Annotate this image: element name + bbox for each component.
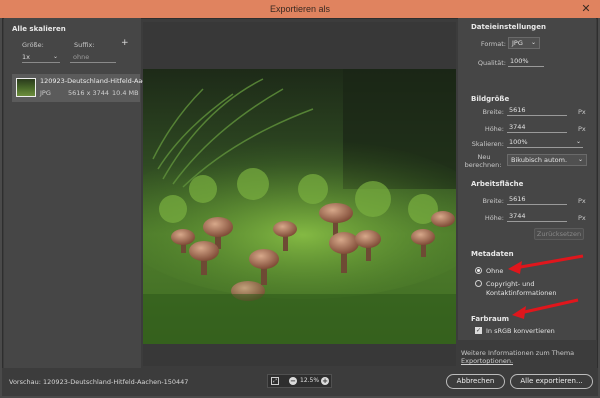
image-thumbnail: [16, 78, 36, 97]
resample-label-line2: berechnen:: [464, 161, 502, 169]
file-list-item[interactable]: 120923-Deutschland-Hitfeld-Aac... JPG 56…: [12, 74, 152, 102]
zoom-in-icon[interactable]: +: [321, 377, 329, 385]
metadata-copyright-radio[interactable]: [475, 280, 482, 287]
info-text: Weitere Informationen zum Thema: [461, 349, 575, 357]
size-select-value: 1x: [22, 53, 30, 61]
color-space-section: Farbraum ✓ In sRGB konvertieren: [458, 310, 596, 340]
srgb-label: In sRGB konvertieren: [486, 327, 555, 335]
canvas-height-input[interactable]: 3744: [507, 212, 567, 222]
file-settings-section: Dateieinstellungen Format: JPG ⌄ Qualitä…: [458, 18, 596, 90]
size-select[interactable]: 1x ⌄: [22, 53, 60, 63]
chevron-down-icon: ⌄: [577, 156, 583, 163]
file-type: JPG: [40, 89, 51, 97]
canvas-height-unit: Px: [578, 214, 586, 222]
suffix-input[interactable]: ohne: [70, 53, 116, 63]
height-unit: Px: [578, 125, 586, 133]
zoom-controls: ⤢ − 12.5% +: [267, 374, 332, 388]
info-section: Weitere Informationen zum Thema Exportop…: [458, 340, 596, 368]
srgb-checkbox[interactable]: ✓: [475, 327, 482, 334]
chevron-down-icon: ⌄: [530, 39, 536, 46]
quality-label: Qualität:: [477, 59, 506, 67]
file-name: 120923-Deutschland-Hitfeld-Aac...: [40, 77, 153, 85]
canvas-section: Arbeitsfläche Breite: 5616 Px Höhe: 3744…: [458, 175, 596, 245]
zoom-value: 12.5%: [300, 377, 320, 384]
metadata-none-radio[interactable]: [475, 267, 482, 274]
export-all-button[interactable]: Alle exportieren...: [510, 374, 593, 389]
file-size: 10.4 MB: [112, 89, 139, 97]
file-dimensions: 5616 x 3744: [68, 89, 110, 97]
metadata-section: Metadaten Ohne Copyright- und Kontaktinf…: [458, 245, 596, 310]
canvas-width-label: Breite:: [482, 197, 504, 205]
scale-select[interactable]: 100% ⌄: [507, 138, 583, 148]
height-label: Höhe:: [484, 125, 504, 133]
plus-icon[interactable]: +: [121, 38, 129, 48]
width-unit: Px: [578, 108, 586, 116]
metadata-heading: Metadaten: [471, 250, 514, 258]
canvas-heading: Arbeitsfläche: [471, 180, 524, 188]
size-label: Größe:: [22, 41, 44, 49]
suffix-label: Suffix:: [74, 41, 95, 49]
image-size-heading: Bildgröße: [471, 95, 510, 103]
metadata-none-label: Ohne: [486, 267, 504, 275]
resample-label-line1: Neu: [477, 153, 491, 161]
preview-area: [143, 22, 456, 366]
metadata-copyright-label-line2: Kontaktinformationen: [486, 289, 557, 297]
close-icon[interactable]: ✕: [578, 1, 594, 17]
right-panel: Dateieinstellungen Format: JPG ⌄ Qualitä…: [458, 18, 596, 368]
canvas-width-unit: Px: [578, 197, 586, 205]
width-input[interactable]: 5616: [507, 106, 567, 116]
fit-screen-icon[interactable]: ⤢: [271, 377, 279, 385]
left-panel: Alle skalieren Größe: Suffix: + 1x ⌄ ohn…: [4, 18, 152, 368]
scale-all-heading: Alle skalieren: [12, 25, 66, 33]
metadata-copyright-label-line1: Copyright- und: [486, 280, 535, 288]
chevron-down-icon: ⌄: [52, 53, 58, 60]
scale-label: Skalieren:: [471, 140, 504, 148]
file-settings-heading: Dateieinstellungen: [471, 23, 546, 31]
scale-value: 100%: [509, 138, 528, 146]
canvas-height-label: Höhe:: [484, 214, 504, 222]
format-select[interactable]: JPG ⌄: [508, 37, 540, 49]
chevron-down-icon: ⌄: [575, 138, 581, 145]
reset-button[interactable]: Zurücksetzen: [534, 228, 584, 240]
canvas-width-input[interactable]: 5616: [507, 195, 567, 205]
zoom-out-icon[interactable]: −: [289, 377, 297, 385]
preview-label: Vorschau: 120923-Deutschland-Hitfeld-Aac…: [9, 378, 189, 386]
bottom-bar: Vorschau: 120923-Deutschland-Hitfeld-Aac…: [2, 368, 598, 396]
title-bar: Exportieren als ✕: [0, 0, 600, 18]
resample-value: Bikubisch autom.: [511, 156, 568, 164]
height-input[interactable]: 3744: [507, 123, 567, 133]
color-space-heading: Farbraum: [471, 315, 510, 323]
window-title: Exportieren als: [269, 4, 331, 14]
export-options-link[interactable]: Exportoptionen.: [461, 357, 513, 365]
preview-image: [143, 69, 456, 344]
width-label: Breite:: [482, 108, 504, 116]
cancel-button[interactable]: Abbrechen: [446, 374, 505, 389]
quality-input[interactable]: 100%: [508, 57, 544, 67]
resample-select[interactable]: Bikubisch autom. ⌄: [507, 154, 587, 166]
format-value: JPG: [512, 39, 523, 47]
format-label: Format:: [480, 40, 506, 48]
